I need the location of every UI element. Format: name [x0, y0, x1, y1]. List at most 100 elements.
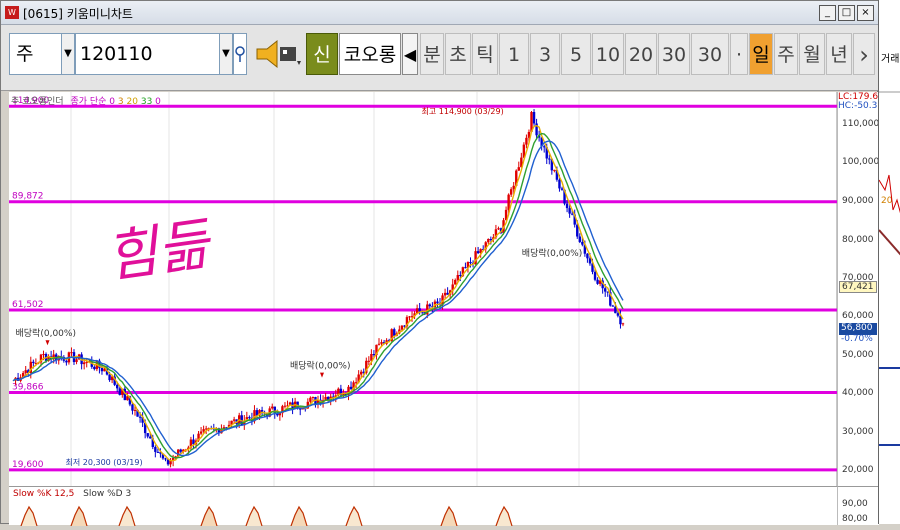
candle-body-196: [509, 189, 513, 195]
candle-body-74: [199, 431, 203, 434]
stochastic-legend: Slow %K 12,5 Slow %D 3: [13, 489, 131, 499]
chart-toolbar: 주 ▼ 120110 ▼ 신 코오롱 ◀ 분 초 틱 1 3 5 10 20 3…: [1, 25, 879, 91]
legend-ma-0: 0: [109, 97, 116, 107]
legend-ma-33: 33: [140, 97, 153, 107]
timeframe-month[interactable]: 월: [799, 33, 825, 75]
close-button[interactable]: ×: [857, 5, 874, 21]
period-1[interactable]: 1: [499, 33, 529, 75]
candle-body-209: [543, 146, 546, 148]
candle-body-118: [311, 397, 315, 399]
candle-body-107: [283, 405, 287, 407]
title-bar[interactable]: W [0615] 키움미니차트 _ □ ×: [1, 1, 879, 25]
market-type-value: 주: [16, 43, 34, 65]
new-button[interactable]: 신: [306, 33, 338, 75]
period-dropdown[interactable]: ·: [730, 33, 748, 75]
market-type-dropdown-icon[interactable]: ▼: [61, 33, 75, 75]
legend-stock-name[interactable]: 코오롱인더: [22, 97, 63, 107]
candle-body-23: [70, 352, 73, 354]
market-select[interactable]: 코오롱: [339, 33, 401, 75]
timeframe-day[interactable]: 일: [749, 33, 773, 75]
candle-body-93: [248, 417, 251, 419]
price-chart-svg: 114,90089,87261,50239,86619,600최고 114,90…: [9, 92, 837, 486]
candle-body-50: [138, 416, 142, 418]
window-title: [0615] 키움미니차트: [23, 7, 133, 21]
legend-ma-type[interactable]: 종가 단순: [70, 97, 106, 107]
stochastic-peak-5: [290, 505, 308, 527]
candle-body-32: [93, 366, 96, 370]
candle-body-199: [517, 167, 520, 171]
candle-body-226: [586, 253, 589, 259]
dividend-label-0: 배당락(0,00%): [16, 327, 76, 339]
period-20[interactable]: 20: [625, 33, 657, 75]
timeframe-week[interactable]: 주: [774, 33, 798, 75]
interval-minute[interactable]: 분: [420, 33, 444, 75]
candle-body-197: [512, 185, 515, 190]
stochastic-peak-3: [200, 505, 218, 527]
price-chart[interactable]: 114,900 89,872 61,502 39,866 19,600 최고 114,90…: [9, 92, 837, 486]
stock-code-input[interactable]: 120110: [75, 33, 225, 75]
legend-ma-20: 20: [126, 97, 138, 107]
candle-body-87: [232, 419, 236, 421]
candle-body-211: [548, 158, 551, 160]
candle-body-41: [116, 384, 119, 389]
candle-body-164: [428, 304, 432, 307]
stock-code-dropdown-icon[interactable]: ▼: [219, 33, 233, 75]
low-annotation: 최저 20,300 (03/19): [66, 457, 143, 467]
adjacent-window-edge: 거래 20: [878, 0, 900, 524]
stoch-tick-90: 90,00: [842, 499, 868, 509]
legend-prefix: 주: [11, 97, 20, 107]
candle-body-28: [82, 362, 86, 365]
dividend-label-1: 배당락(0,00%): [290, 360, 350, 372]
candle-body-220: [570, 213, 574, 215]
app-icon: W: [5, 6, 19, 19]
speaker-icon[interactable]: [253, 35, 303, 73]
candle-body-66: [179, 449, 182, 452]
candle-body-25: [75, 359, 78, 363]
y-tick-60000: 60,000: [842, 311, 874, 321]
level-label-4: 19,600: [12, 460, 44, 470]
stochastic-peak-0: [20, 505, 38, 527]
prev-arrow-icon[interactable]: ◀: [402, 33, 418, 75]
restore-button[interactable]: □: [838, 5, 855, 21]
period-10[interactable]: 10: [592, 33, 624, 75]
period-5[interactable]: 5: [561, 33, 591, 75]
stoch-tick-80: 80,00: [842, 514, 868, 524]
timeframe-year[interactable]: 년: [826, 33, 852, 75]
stochastic-d-label[interactable]: Slow %D 3: [83, 489, 131, 499]
stochastic-panel[interactable]: Slow %K 12,5 Slow %D 3: [9, 486, 837, 527]
candle-body-160: [418, 308, 421, 312]
search-icon[interactable]: [233, 33, 247, 75]
candle-body-38: [108, 374, 111, 381]
stochastic-k-label[interactable]: Slow %K 12,5: [13, 489, 74, 499]
y-tick-110000: 110,000: [842, 119, 880, 129]
candle-body-171: [446, 292, 449, 295]
candle-body-224: [581, 241, 584, 245]
y-tick-30000: 30,000: [842, 427, 874, 437]
interval-tick[interactable]: 틱: [472, 33, 498, 75]
chart-window: W [0615] 키움미니차트 _ □ × 주 ▼ 120110 ▼ 신 코오롱…: [0, 0, 880, 527]
candle-body-156: [408, 316, 411, 318]
candle-body-153: [400, 325, 404, 330]
candle-body-216: [560, 188, 564, 190]
candle-body-213: [553, 169, 556, 171]
candle-body-174: [454, 279, 457, 285]
market-type-select[interactable]: 주: [9, 33, 65, 75]
period-custom[interactable]: 30: [691, 33, 729, 75]
candle-body-145: [380, 342, 383, 344]
level-label-2: 61,502: [12, 300, 44, 310]
candle-body-144: [377, 343, 381, 345]
minimize-button[interactable]: _: [819, 5, 836, 21]
candle-body-5: [24, 370, 27, 373]
stochastic-peak-6: [345, 505, 363, 527]
next-arrow-icon[interactable]: ›: [853, 33, 875, 75]
price-change: -0.70%: [841, 334, 873, 344]
candle-body-42: [118, 388, 121, 395]
legend-ma-3: 3: [117, 97, 124, 107]
candle-body-180: [469, 262, 472, 264]
period-3[interactable]: 3: [530, 33, 560, 75]
interval-second[interactable]: 초: [445, 33, 471, 75]
candle-body-175: [456, 275, 459, 280]
stochastic-peak-1: [70, 505, 88, 527]
period-30[interactable]: 30: [658, 33, 690, 75]
candle-body-233: [604, 288, 607, 292]
